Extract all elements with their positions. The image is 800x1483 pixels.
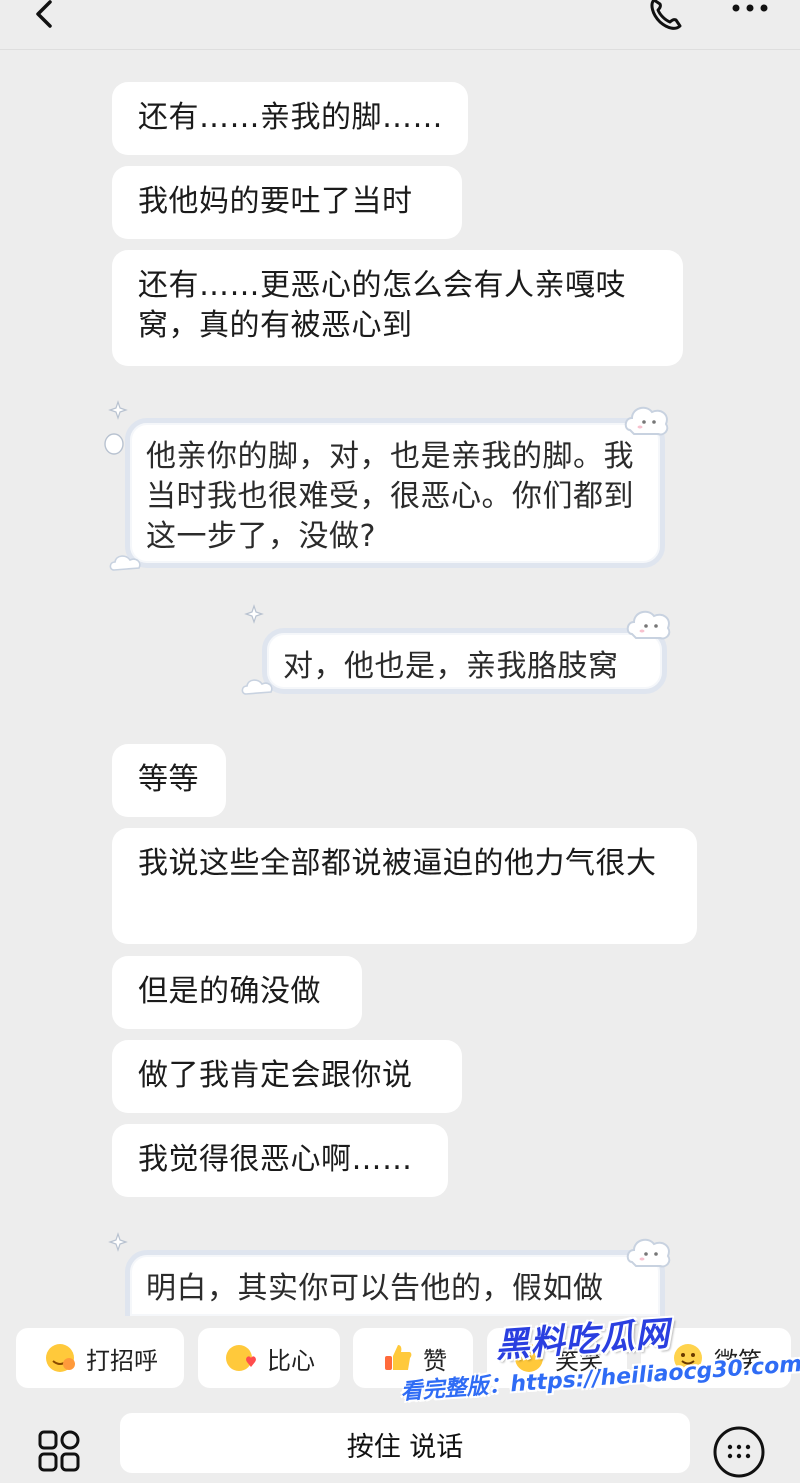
- message-bubble-received[interactable]: 还有……更恶心的怎么会有人亲嘎吱窝，真的有被恶心到: [112, 250, 683, 366]
- heart-hands-emoji-icon: [226, 1345, 256, 1371]
- message-bubble-sent[interactable]: 明白，其实你可以告他的，假如做: [125, 1250, 665, 1316]
- quick-reply-label: 比心: [267, 1346, 315, 1375]
- more-icon[interactable]: [722, 0, 782, 26]
- cloud-cat-sticker-icon: [624, 406, 669, 436]
- thumbs-up-emoji-icon: [385, 1345, 412, 1370]
- cloud-cat-sticker-icon: [626, 610, 671, 640]
- small-cloud-sticker-icon: [109, 555, 141, 571]
- message-bubble-received[interactable]: 但是的确没做: [112, 956, 362, 1029]
- quick-reply-wave[interactable]: 打招呼: [16, 1328, 184, 1388]
- chat-header: [0, 0, 800, 50]
- message-bubble-sent[interactable]: 他亲你的脚，对，也是亲我的脚。我当时我也很难受，很恶心。你们都到这一步了，没做?: [125, 418, 665, 568]
- hold-to-talk-button[interactable]: 按住 说话: [120, 1413, 690, 1473]
- star-sparkle-icon: [108, 1232, 128, 1252]
- message-bubble-sent[interactable]: 对，他也是，亲我胳肢窝: [262, 628, 667, 694]
- star-sparkle-icon: [244, 604, 264, 624]
- quick-reply-heart[interactable]: 比心: [198, 1328, 340, 1388]
- star-sparkle-icon: [108, 400, 128, 420]
- small-cloud-sticker-icon: [241, 679, 273, 695]
- apps-grid-icon[interactable]: [38, 1430, 84, 1476]
- back-icon[interactable]: [28, 0, 68, 38]
- message-bubble-received[interactable]: 做了我肯定会跟你说: [112, 1040, 462, 1113]
- message-bubble-received[interactable]: 我说这些全部都说被逼迫的他力气很大: [112, 828, 697, 944]
- quick-reply-label: 打招呼: [86, 1346, 158, 1375]
- cloud-cat-sticker-icon: [626, 1238, 671, 1268]
- message-bubble-received[interactable]: 我觉得很恶心啊……: [112, 1124, 448, 1197]
- phone-icon[interactable]: [640, 0, 690, 34]
- bell-decoration-icon: [104, 433, 124, 455]
- message-bubble-received[interactable]: 我他妈的要吐了当时: [112, 166, 462, 239]
- keyboard-icon[interactable]: [712, 1425, 766, 1479]
- wave-emoji-icon: [46, 1344, 75, 1372]
- message-bubble-received[interactable]: 等等: [112, 744, 226, 817]
- message-bubble-received[interactable]: 还有……亲我的脚……: [112, 82, 468, 155]
- chat-input-bar: 按住 说话: [0, 1405, 800, 1478]
